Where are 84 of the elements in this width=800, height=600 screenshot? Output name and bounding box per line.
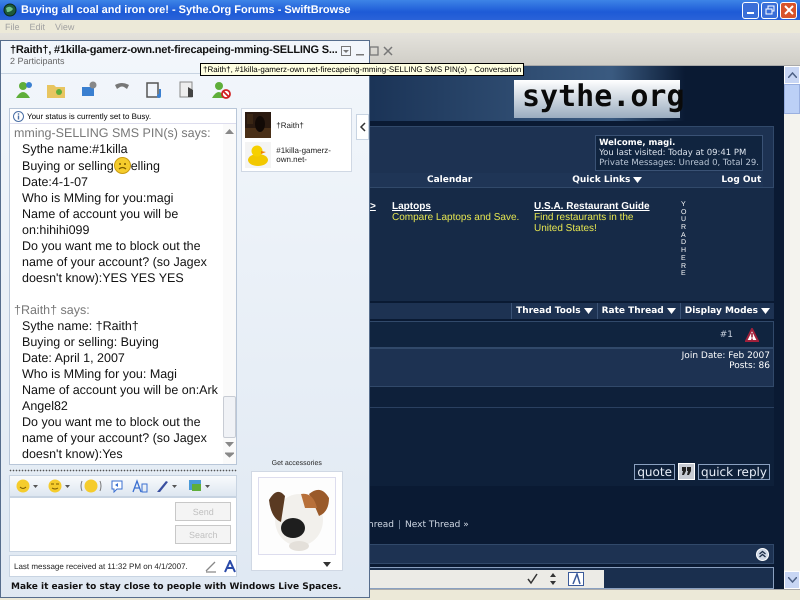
last-message-text: Last message received at 11:32 PM on 4/1/2007.: [14, 562, 189, 571]
last-visited-text: You last visited: Today at 09:41 PM: [599, 148, 748, 158]
participant-name[interactable]: #1killa-gamerz-own.net-: [276, 146, 348, 164]
voice-clip-icon[interactable]: [110, 479, 124, 494]
close-button[interactable]: [780, 2, 797, 18]
scroll-bar[interactable]: [784, 66, 800, 589]
menu-icon[interactable]: [341, 46, 352, 56]
dropdown-arrow-icon: [633, 177, 642, 183]
webcam-icon[interactable]: [79, 81, 99, 99]
join-date-text: Join Date: Feb 2007: [682, 351, 770, 361]
restore-icon: [764, 5, 774, 15]
spellcheck-icon[interactable]: [526, 573, 538, 585]
close-icon: [784, 5, 794, 15]
dropdown-arrow-icon: [584, 308, 593, 314]
post-number[interactable]: #1: [720, 330, 733, 340]
participants-count: 2 Participants: [10, 56, 66, 66]
dropdown-menu[interactable]: Rate Thread: [596, 303, 680, 319]
message-line: Do you want me to block out the name of your account? (so Jagex doesn't know):YES YES YES: [21, 238, 208, 286]
message-text: elling: [130, 158, 160, 174]
dropdown-arrow-icon[interactable]: [322, 562, 331, 567]
history-scroll-bar[interactable]: [223, 124, 236, 464]
dropdown-menu[interactable]: Display Modes: [680, 303, 774, 319]
maximize-icon[interactable]: [369, 46, 380, 56]
worried-face-icon: [114, 157, 131, 174]
wink-icon[interactable]: [48, 479, 72, 494]
quote-button[interactable]: quote: [634, 464, 675, 480]
ad-link[interactable]: >: [368, 201, 392, 212]
chevron-left-icon: [359, 122, 366, 132]
separator-text: |: [398, 520, 402, 532]
conversation-title: †Raith†, #1killa-gamerz-own.net-firecapeing-mming-SELLING S...: [10, 44, 338, 56]
quick-reply-button[interactable]: quick reply: [698, 464, 770, 480]
nav-link[interactable]: Calendar: [427, 175, 472, 185]
restore-button[interactable]: [761, 2, 778, 18]
globe-icon: [3, 3, 17, 17]
block-contact-icon[interactable]: [211, 81, 231, 99]
participant-name[interactable]: †Raith†: [276, 120, 348, 130]
quote-icon[interactable]: [678, 463, 695, 480]
ad-link[interactable]: U.S.A. Restaurant Guide: [534, 201, 659, 212]
message-line: Name of account you will be on:hihihi099: [21, 206, 180, 238]
message-line: Name of account you will be on:Ark Angel82: [21, 382, 219, 414]
collapse-tab[interactable]: [356, 114, 369, 140]
brush-icon[interactable]: [156, 479, 180, 494]
minimize-button[interactable]: [742, 2, 759, 18]
next-thread-link[interactable]: Next Thread »: [405, 520, 469, 536]
minimize-icon: [747, 12, 754, 14]
message-line: Sythe name: †Raith†: [21, 318, 140, 334]
private-messages-link[interactable]: Private Messages: Unread 0, Total 29.: [599, 158, 759, 168]
background-icon[interactable]: [188, 479, 212, 494]
welcome-text: Welcome, magi.: [599, 138, 676, 148]
nudge-icon[interactable]: [80, 479, 102, 494]
message-line: Sythe name:#1killa: [21, 141, 129, 157]
sender-line: mming-SELLING SMS PIN(s) says:: [14, 125, 212, 141]
posts-count-text: Posts: 86: [729, 361, 770, 371]
status-notice: Your status is currently set to Busy.: [27, 112, 152, 120]
message-line: Who is MMing for you:magi: [21, 190, 174, 206]
message-line: Date:4-1-07: [21, 174, 90, 190]
message-line: Who is MMing for you: Magi: [21, 366, 178, 382]
message-line: Do you want me to block out the name of your account? (so Jagex doesn't know):Yes: [21, 414, 208, 462]
warning-icon[interactable]: [745, 328, 759, 342]
dropdown-arrow-icon: [666, 308, 676, 314]
tooltip: †Raith†, #1killa-gamerz-own.net-firecapeing-mming-SELLING SMS PIN(s) - Conversation: [200, 63, 524, 76]
ad-text: Compare Laptops and Save.: [392, 212, 520, 223]
ad-link[interactable]: Laptops: [392, 201, 534, 212]
window-title: Buying all coal and iron ore! - Sythe.Org Forums - SwiftBrowse: [21, 4, 352, 16]
font-style-icon[interactable]: [224, 560, 236, 573]
message-text: Buying or selling: [22, 158, 114, 174]
font-size-icon[interactable]: [568, 572, 584, 586]
nav-link[interactable]: Quick Links: [572, 175, 642, 185]
dropdown-arrow-icon: [761, 308, 770, 314]
message-line: Date: April 1, 2007: [21, 350, 126, 366]
info-icon: [13, 110, 24, 122]
dropdown-menu[interactable]: Thread Tools: [511, 303, 597, 319]
add-contact-icon[interactable]: [13, 81, 33, 99]
nav-link[interactable]: Log Out: [721, 175, 762, 185]
collapse-icon[interactable]: [756, 548, 769, 560]
resize-icon[interactable]: [550, 573, 556, 585]
pen-icon[interactable]: [204, 559, 218, 574]
message-line: Buying or selling: Buying: [21, 334, 160, 350]
ad-text: Find restaurants in the United States!: [534, 212, 634, 234]
promo-link[interactable]: Make it easier to stay close to people with Windows Live Spaces.: [1, 577, 369, 597]
font-icon[interactable]: [132, 479, 148, 494]
smiley-icon[interactable]: [16, 479, 40, 494]
sender-line: †Raith† says:: [14, 302, 91, 318]
close-icon[interactable]: [383, 46, 394, 56]
